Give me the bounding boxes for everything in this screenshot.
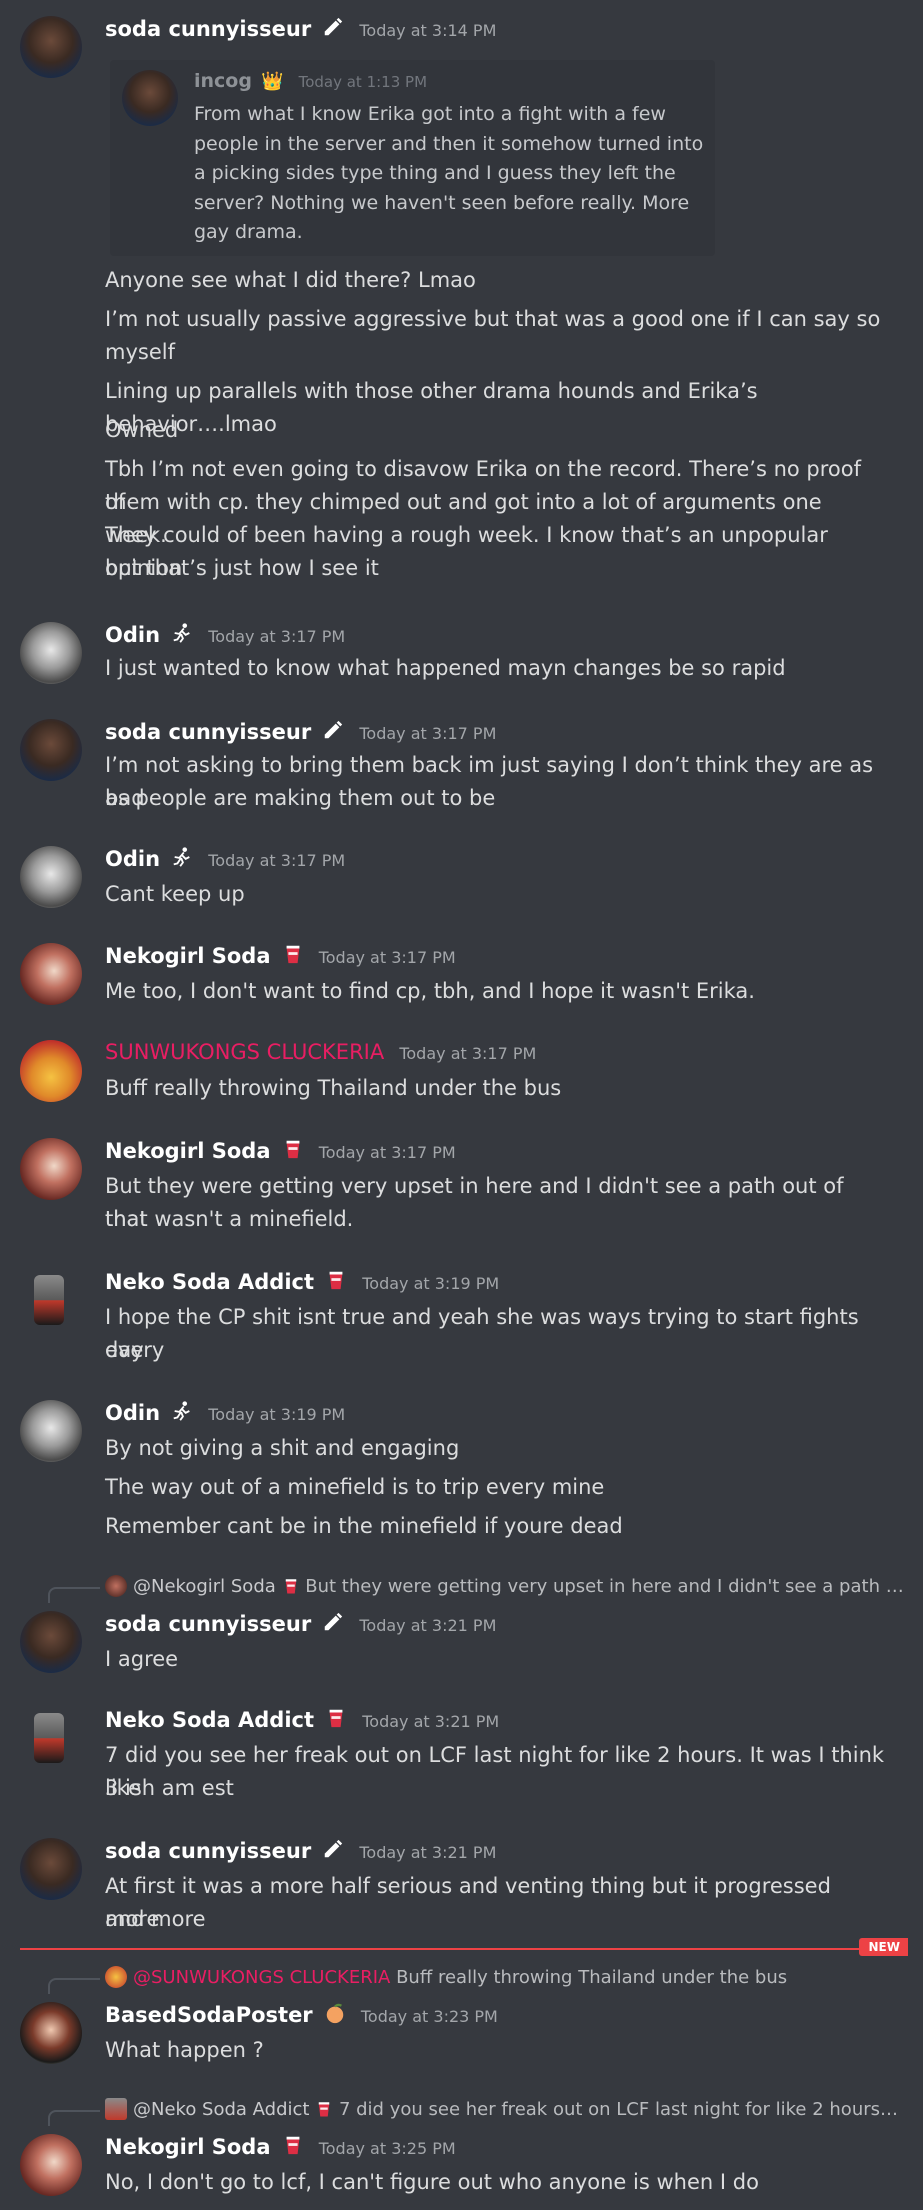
message-text: that wasn't a minefield. xyxy=(105,1207,354,1231)
username[interactable]: soda cunnyisseur xyxy=(105,1839,311,1863)
message-text: Owned xyxy=(105,418,179,442)
runner-icon xyxy=(171,846,193,868)
avatar[interactable] xyxy=(20,1400,82,1462)
reply-preview: But they were getting very upset in here… xyxy=(305,1576,904,1597)
reply-preview: 7 did you see her freak out on LCF last … xyxy=(338,2099,898,2120)
message-text: I agree xyxy=(105,1647,179,1671)
timestamp: Today at 3:17 PM xyxy=(208,627,346,646)
avatar[interactable] xyxy=(20,1138,82,1200)
timestamp: Today at 3:25 PM xyxy=(318,2139,456,2158)
new-messages-divider: NEW xyxy=(20,1938,908,1956)
pen-icon xyxy=(322,719,344,741)
username[interactable]: Odin xyxy=(105,623,160,647)
timestamp: Today at 3:19 PM xyxy=(362,1274,500,1293)
message-text: No, I don't go to lcf, I can't figure ou… xyxy=(105,2170,759,2194)
message-text: I just wanted to know what happened mayn… xyxy=(105,656,786,680)
reply-reference[interactable]: @SUNWUKONGS CLUCKERIA Buff really throwi… xyxy=(105,1966,787,1988)
embed-timestamp: Today at 1:13 PM xyxy=(298,73,428,91)
message-text: What happen ? xyxy=(105,2038,264,2062)
avatar[interactable] xyxy=(20,2134,82,2196)
message-text: I’m not usually passive aggressive but t… xyxy=(105,307,881,331)
cup-icon xyxy=(282,943,304,965)
avatar[interactable] xyxy=(20,719,82,781)
message-text: but that’s just how I see it xyxy=(105,556,379,580)
avatar[interactable] xyxy=(20,2002,82,2064)
username[interactable]: BasedSodaPoster xyxy=(105,2003,313,2027)
timestamp: Today at 3:21 PM xyxy=(359,1843,497,1862)
message-text: By not giving a shit and engaging xyxy=(105,1436,460,1460)
avatar[interactable] xyxy=(20,846,82,908)
username[interactable]: Nekogirl Soda xyxy=(105,2135,271,2159)
message-text: Me too, I don't want to find cp, tbh, an… xyxy=(105,979,755,1003)
reply-connector xyxy=(48,1978,100,1994)
message-text: Cant keep up xyxy=(105,882,245,906)
crown-icon: 👑 xyxy=(261,71,284,92)
timestamp: Today at 3:17 PM xyxy=(359,724,497,743)
timestamp: Today at 3:17 PM xyxy=(318,948,456,967)
cup-icon xyxy=(315,2100,333,2118)
username[interactable]: Odin xyxy=(105,1401,160,1425)
timestamp: Today at 3:17 PM xyxy=(208,851,346,870)
pen-icon xyxy=(322,1838,344,1860)
avatar[interactable] xyxy=(20,1838,82,1900)
pen-icon xyxy=(322,1611,344,1633)
pen-icon xyxy=(322,16,344,38)
username[interactable]: Neko Soda Addict xyxy=(105,1708,314,1732)
avatar xyxy=(105,2098,127,2120)
username[interactable]: Nekogirl Soda xyxy=(105,944,271,968)
avatar[interactable] xyxy=(20,16,82,78)
embed-body: From what I know Erika got into a fight … xyxy=(194,103,704,243)
avatar xyxy=(105,1575,127,1597)
cup-icon xyxy=(282,2134,304,2156)
reply-preview: Buff really throwing Thailand under the … xyxy=(396,1967,788,1988)
embed-quote: incog 👑 Today at 1:13 PM From what I kno… xyxy=(110,60,715,256)
timestamp: Today at 3:21 PM xyxy=(362,1712,500,1731)
message-text: 3 ish am est xyxy=(105,1776,234,1800)
reply-connector xyxy=(48,1587,100,1603)
message-text: Buff really throwing Thailand under the … xyxy=(105,1076,562,1100)
reply-reference[interactable]: @Neko Soda Addict 7 did you see her frea… xyxy=(105,2098,898,2120)
avatar[interactable] xyxy=(20,1269,82,1331)
cup-icon xyxy=(325,1707,347,1729)
username[interactable]: Nekogirl Soda xyxy=(105,1139,271,1163)
username[interactable]: soda cunnyisseur xyxy=(105,1612,311,1636)
avatar[interactable] xyxy=(20,1040,82,1102)
cup-icon xyxy=(282,1138,304,1160)
cup-icon xyxy=(325,1269,347,1291)
message-text: Anyone see what I did there? Lmao xyxy=(105,268,476,292)
timestamp: Today at 3:19 PM xyxy=(208,1405,346,1424)
message-text: day xyxy=(105,1338,144,1362)
timestamp: Today at 3:21 PM xyxy=(359,1616,497,1635)
message-text: as people are making them out to be xyxy=(105,786,496,810)
message-text: The way out of a minefield is to trip ev… xyxy=(105,1475,605,1499)
username[interactable]: Neko Soda Addict xyxy=(105,1270,314,1294)
runner-icon xyxy=(171,622,193,644)
avatar[interactable] xyxy=(20,943,82,1005)
message-text: Remember cant be in the minefield if you… xyxy=(105,1514,623,1538)
avatar xyxy=(105,1966,127,1988)
avatar xyxy=(122,70,178,126)
embed-username[interactable]: incog xyxy=(194,70,252,92)
avatar[interactable] xyxy=(20,1707,82,1769)
username[interactable]: soda cunnyisseur xyxy=(105,17,311,41)
cup-icon xyxy=(282,1577,300,1595)
username[interactable]: soda cunnyisseur xyxy=(105,720,311,744)
new-badge: NEW xyxy=(858,1938,908,1956)
timestamp: Today at 3:23 PM xyxy=(360,2007,498,2026)
reply-reference[interactable]: @Nekogirl Soda But they were getting ver… xyxy=(105,1575,904,1597)
timestamp: Today at 3:17 PM xyxy=(318,1143,456,1162)
timestamp: Today at 3:14 PM xyxy=(359,21,497,40)
avatar[interactable] xyxy=(20,622,82,684)
peach-icon xyxy=(324,2002,346,2024)
reply-connector xyxy=(48,2110,100,2126)
username[interactable]: SUNWUKONGS CLUCKERIA xyxy=(105,1040,384,1064)
message-text: and more xyxy=(105,1907,206,1931)
runner-icon xyxy=(171,1400,193,1422)
timestamp: Today at 3:17 PM xyxy=(399,1044,537,1063)
username[interactable]: Odin xyxy=(105,847,160,871)
message-text: myself xyxy=(105,340,175,364)
avatar[interactable] xyxy=(20,1611,82,1673)
